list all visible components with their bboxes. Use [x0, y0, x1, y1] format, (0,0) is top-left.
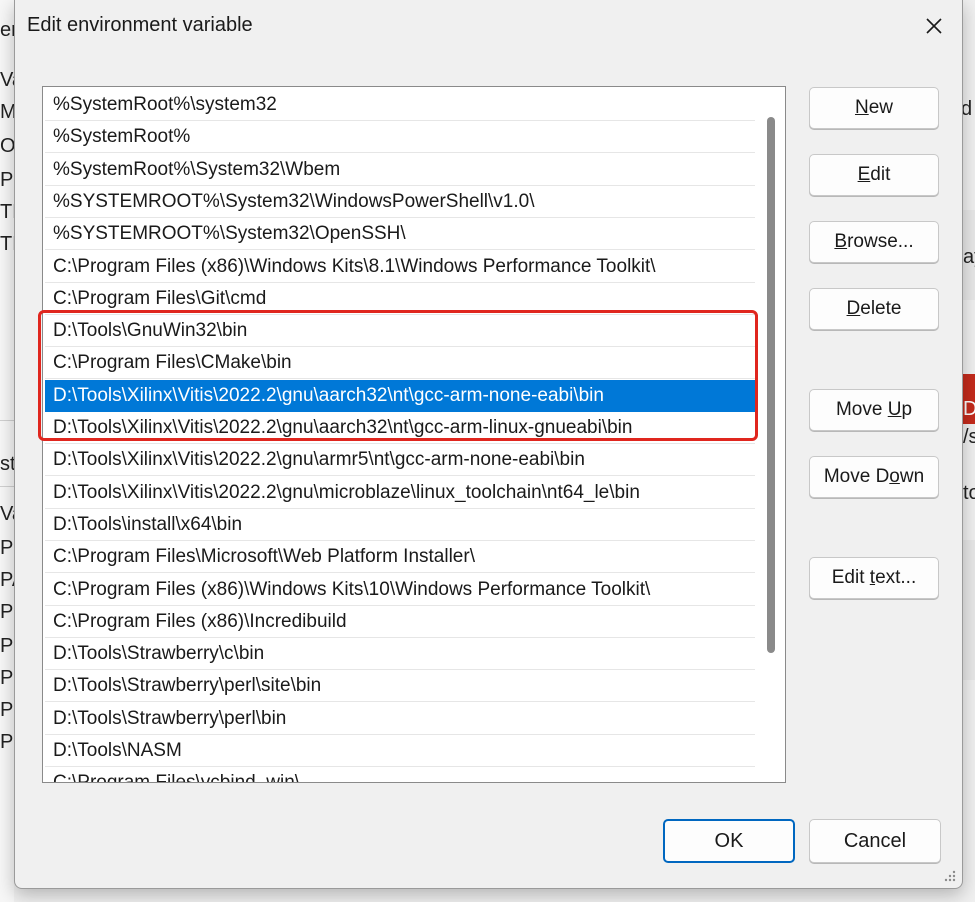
bg-text-fragment: er — [0, 20, 14, 40]
title-bar[interactable]: Edit environment variable — [15, 0, 962, 52]
list-item[interactable]: C:\Program Files\Git\cmd — [45, 283, 755, 315]
list-item[interactable]: C:\Program Files (x86)\Incredibuild — [45, 606, 755, 638]
move-down-button[interactable]: Move Down — [809, 456, 939, 498]
list-item[interactable]: %SYSTEMROOT%\System32\OpenSSH\ — [45, 218, 755, 251]
bg-text-fragment: TE — [0, 202, 14, 222]
close-icon — [926, 18, 942, 34]
bg-text-fragment: D — [963, 398, 975, 420]
access-key: B — [834, 231, 848, 252]
list-item[interactable]: D:\Tools\Strawberry\c\bin — [45, 638, 755, 671]
edit-button[interactable]: Edit — [809, 154, 939, 196]
bg-text-fragment: MC — [0, 102, 14, 122]
bg-text-fragment: PR — [0, 636, 14, 656]
list-item[interactable]: %SystemRoot% — [45, 121, 755, 154]
list-item[interactable]: C:\Program Files\Microsoft\Web Platform … — [45, 541, 755, 574]
list-item[interactable]: D:\Tools\Xilinx\Vitis\2022.2\gnu\aarch32… — [45, 412, 755, 444]
bg-text-fragment: PR — [0, 602, 14, 622]
close-button[interactable] — [906, 0, 962, 52]
list-item[interactable]: %SystemRoot%\system32 — [45, 89, 755, 121]
list-item[interactable]: D:\Tools\NASM — [45, 735, 755, 767]
bg-text-fragment: PS — [0, 732, 14, 752]
access-key: U — [887, 399, 902, 420]
list-item[interactable]: C:\Program Files\CMake\bin — [45, 347, 755, 380]
bg-text-fragment: PR — [0, 700, 14, 720]
path-list[interactable]: C:\Program Files\vcbind_win\ D:\Tools\NAS… — [42, 86, 786, 783]
list-item[interactable]: D:\Tools\Xilinx\Vitis\2022.2\gnu\microbl… — [45, 477, 755, 509]
bg-text-fragment: PR — [0, 668, 14, 688]
bg-text-fragment: PA — [0, 570, 14, 590]
bg-text-fragment: to — [963, 482, 975, 504]
browse-button[interactable]: Browse... — [809, 221, 939, 263]
ok-button[interactable]: OK — [663, 819, 795, 863]
access-key: D — [846, 298, 861, 319]
cancel-button[interactable]: Cancel — [809, 819, 941, 863]
list-item[interactable]: D:\Tools\Xilinx\Vitis\2022.2\gnu\armr5\n… — [45, 444, 755, 477]
list-item[interactable]: C:\Program Files (x86)\Windows Kits\8.1\… — [45, 251, 755, 283]
bg-text-fragment: Va — [0, 504, 14, 524]
delete-button[interactable]: Delete — [809, 288, 939, 330]
bg-text-fragment: ste — [0, 454, 14, 474]
bg-text-fragment: /s — [963, 426, 975, 448]
background-left-strip: er Va MC Or Pa TE TM ste Va Pa PA PR PR … — [0, 0, 14, 902]
dialog-title: Edit environment variable — [27, 14, 253, 36]
scrollbar-thumb[interactable] — [767, 117, 775, 653]
bg-divider — [0, 420, 14, 421]
list-item[interactable]: %SystemRoot%\System32\Wbem — [45, 154, 755, 186]
access-key: E — [857, 164, 871, 185]
bg-text-fragment: Va — [0, 70, 14, 90]
access-key: o — [889, 466, 900, 487]
bg-text-fragment: Pa — [0, 170, 14, 190]
list-item[interactable]: %SYSTEMROOT%\System32\WindowsPowerShell\… — [45, 186, 755, 218]
list-item[interactable]: D:\Tools\GnuWin32\bin — [45, 315, 755, 348]
list-item[interactable]: D:\Tools\install\x64\bin — [45, 509, 755, 541]
new-button[interactable]: New — [809, 87, 939, 129]
bg-text-fragment: TM — [0, 234, 14, 254]
vertical-scrollbar[interactable] — [759, 89, 783, 779]
bg-text-fragment: Pa — [0, 538, 14, 558]
move-up-button[interactable]: Move Up — [809, 389, 939, 431]
access-key: N — [854, 97, 869, 118]
list-item[interactable]: C:\Program Files\vcbind_win\ — [45, 767, 755, 782]
bg-text-fragment: ay — [963, 246, 975, 268]
resize-grip-icon[interactable] — [942, 868, 956, 882]
edit-text-button[interactable]: Edit text... — [809, 557, 939, 599]
bg-text-fragment: Or — [0, 136, 14, 156]
list-item[interactable]: D:\Tools\Strawberry\perl\site\bin — [45, 670, 755, 703]
bg-divider — [0, 486, 14, 487]
list-item[interactable]: D:\Tools\Strawberry\perl\bin — [45, 703, 755, 735]
list-item-selected[interactable]: D:\Tools\Xilinx\Vitis\2022.2\gnu\aarch32… — [45, 379, 755, 412]
list-item[interactable]: C:\Program Files (x86)\Windows Kits\10\W… — [45, 574, 755, 606]
edit-environment-variable-dialog: Edit environment variable C:\Program Fil… — [14, 0, 963, 889]
